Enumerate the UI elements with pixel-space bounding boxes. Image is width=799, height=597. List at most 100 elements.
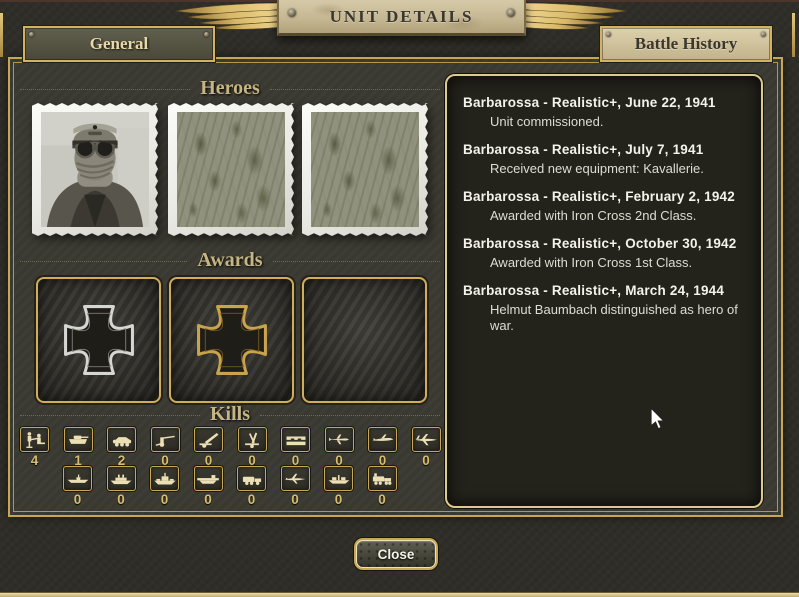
- kill-count: 0: [334, 492, 343, 507]
- kill-icon-box: [281, 427, 310, 452]
- battle-history-entry: Barbarossa - Realistic+, June 22, 1941 U…: [463, 94, 749, 130]
- tab-general-label: General: [89, 34, 149, 53]
- kill-count: 0: [73, 492, 82, 507]
- kill-cell-armored-train: 0: [367, 466, 398, 507]
- award-slot-iron-cross-2nd-class: [36, 277, 161, 403]
- hero-photo-slot-2: [168, 103, 294, 236]
- kill-cell-land-transport: 0: [236, 466, 267, 507]
- kill-icon-box: [63, 466, 92, 491]
- dotted-rule: [20, 261, 188, 262]
- kill-icon-box: [150, 427, 180, 452]
- destroyer-icon: [110, 474, 132, 485]
- land-transport-icon: [242, 476, 261, 485]
- dotted-rule: [20, 89, 191, 90]
- kill-icon-box: [63, 427, 93, 452]
- heroes-heading-label: Heroes: [200, 76, 260, 99]
- close-button[interactable]: Close: [356, 540, 436, 568]
- kills-row-2: 0 0 0 0 0 0 0 0: [62, 466, 398, 507]
- empty-photo-texture: [177, 112, 285, 227]
- kill-cell-infantry: 4: [19, 427, 50, 468]
- kills-row-1: 4 1 2 0 0 0 0 0 0 0: [19, 427, 442, 468]
- tank-icon: [68, 435, 89, 444]
- tab-battle-history[interactable]: Battle History: [600, 26, 772, 62]
- battle-history-entry-detail: Awarded with Iron Cross 1st Class.: [490, 255, 693, 270]
- kill-cell-anti-air: 0: [237, 427, 268, 468]
- kill-cell-tactical-bomber: 0: [367, 427, 398, 468]
- kill-cell-fighter: 0: [324, 427, 355, 468]
- kill-count: 0: [378, 492, 386, 507]
- battle-history-entry-header: Barbarossa - Realistic+, October 30, 194…: [463, 236, 737, 251]
- recon-icon: [112, 437, 131, 447]
- sea-transport-icon: [328, 475, 349, 484]
- anti-air-icon: [245, 432, 259, 449]
- dotted-rule: [260, 415, 441, 416]
- award-slot-empty: [302, 277, 427, 403]
- screw-icon: [507, 9, 515, 17]
- kill-cell-artillery: 0: [193, 427, 224, 468]
- kill-icon-box: [324, 427, 354, 452]
- kill-cell-aircraft-carrier: 0: [193, 466, 224, 507]
- awards-heading: Awards: [20, 248, 440, 272]
- battle-history-entry: Barbarossa - Realistic+, July 7, 1941 Re…: [463, 141, 749, 177]
- left-edge-gold-line: [0, 13, 3, 57]
- kill-cell-sea-transport: 0: [323, 466, 354, 507]
- kill-cell-air-transport: 0: [280, 466, 311, 507]
- battle-history-entry-detail: Helmut Baumbach distinguished as hero of…: [490, 302, 738, 333]
- bottom-gold-line: [0, 592, 799, 597]
- heroes-heading: Heroes: [20, 76, 441, 100]
- battle-history-entry-header: Barbarossa - Realistic+, June 22, 1941: [463, 95, 716, 110]
- kill-icon-box: [193, 466, 223, 491]
- kill-icon-box: [280, 466, 310, 491]
- kill-cell-anti-tank: 0: [150, 427, 181, 468]
- battle-history-entry-header: Barbarossa - Realistic+, July 7, 1941: [463, 142, 704, 157]
- battle-history-entry-detail: Received new equipment: Kavallerie.: [490, 161, 704, 176]
- kill-count: 0: [247, 492, 256, 507]
- iron-cross-silver-icon: [63, 305, 134, 375]
- armored-train-icon: [372, 473, 392, 485]
- battle-history-entry-header: Barbarossa - Realistic+, February 2, 194…: [463, 189, 735, 204]
- window-title-plaque: UNIT DETAILS: [277, 0, 526, 36]
- awards-heading-label: Awards: [197, 248, 263, 271]
- unit-details-screen: UNIT DETAILS General Battle History Hero…: [0, 0, 799, 597]
- tab-general[interactable]: General: [23, 26, 215, 62]
- hero-photo-slot-1: [32, 103, 158, 236]
- anti-tank-icon: [155, 435, 175, 447]
- tactical-bomber-icon: [372, 434, 393, 441]
- screw-icon: [761, 32, 766, 37]
- kill-icon-box: [324, 466, 353, 491]
- battle-history-entry: Barbarossa - Realistic+, February 2, 194…: [463, 188, 749, 224]
- hero-portrait-photo: [41, 112, 149, 227]
- kill-count: 0: [422, 453, 430, 468]
- battle-history-entry-detail: Unit commissioned.: [490, 114, 604, 129]
- empty-photo-texture: [311, 112, 419, 227]
- kill-icon-box: [368, 427, 397, 452]
- dotted-rule: [20, 415, 200, 416]
- window-title: UNIT DETAILS: [329, 6, 474, 26]
- screw-icon: [29, 32, 34, 37]
- battle-history-entry: Barbarossa - Realistic+, March 24, 1944 …: [463, 282, 749, 334]
- strategic-bomber-icon: [415, 433, 437, 446]
- fortification-icon: [286, 436, 305, 446]
- kill-cell-destroyer: 0: [106, 466, 137, 507]
- fighter-icon: [328, 434, 349, 445]
- kill-cell-submarine: 0: [62, 466, 93, 507]
- right-edge-gold-line: [792, 13, 795, 57]
- kill-icon-box: [107, 427, 136, 452]
- submarine-icon: [67, 474, 88, 483]
- kill-count: 0: [204, 492, 212, 507]
- kill-count: 0: [160, 492, 169, 507]
- kill-icon-box: [411, 427, 441, 452]
- kill-cell-recon: 2: [106, 427, 137, 468]
- kill-icon-box: [150, 466, 179, 491]
- kill-cell-fortification: 0: [280, 427, 311, 468]
- kills-heading-label: Kills: [210, 402, 251, 425]
- kill-count: 4: [30, 453, 39, 468]
- iron-cross-gold-icon: [196, 305, 267, 375]
- battle-history-panel[interactable]: Barbarossa - Realistic+, June 22, 1941 U…: [445, 74, 763, 508]
- screw-icon: [288, 9, 296, 17]
- kills-heading: Kills: [20, 402, 441, 426]
- kill-icon-box: [20, 427, 49, 452]
- screw-icon: [204, 32, 209, 37]
- dotted-rule: [272, 261, 440, 262]
- battle-history-entry: Barbarossa - Realistic+, October 30, 194…: [463, 235, 749, 271]
